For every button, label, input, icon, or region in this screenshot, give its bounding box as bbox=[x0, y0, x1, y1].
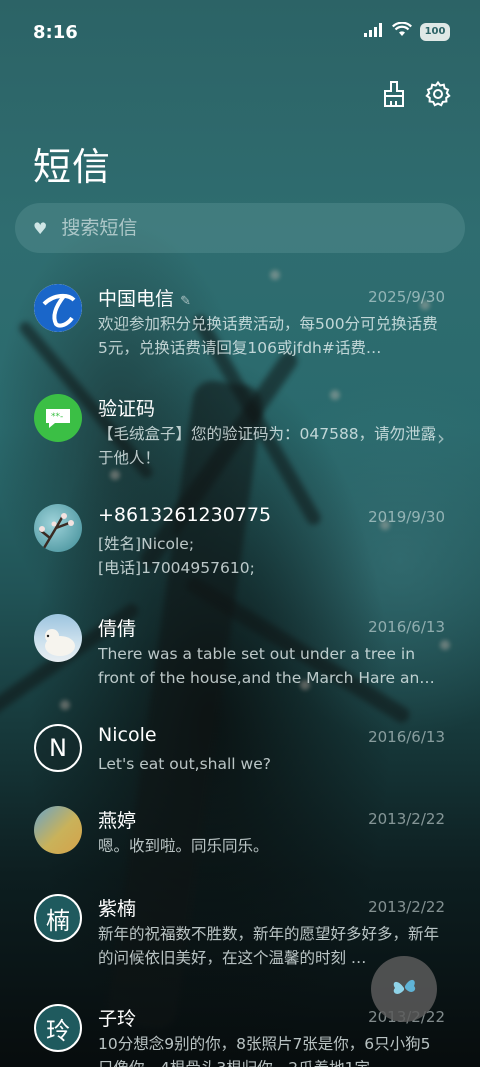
search-input[interactable] bbox=[61, 217, 422, 239]
settings-gear-icon[interactable] bbox=[424, 80, 452, 108]
wifi-icon bbox=[392, 21, 412, 41]
svg-text:**-: **- bbox=[51, 412, 63, 422]
message-bubble-icon: **- bbox=[34, 394, 82, 442]
conversation-item[interactable]: +8613261230775 2019/9/30 [姓名]Nicole; [电话… bbox=[0, 490, 480, 600]
conversation-item[interactable]: 倩倩 2016/6/13 There was a table set out u… bbox=[0, 600, 480, 710]
conversation-list: 中国电信 ✎ 2025/9/30 欢迎参加积分兑换话费活动，每500分可兑换话费… bbox=[0, 270, 480, 1067]
compose-butterfly-button[interactable] bbox=[371, 956, 437, 1022]
message-date: 2016/6/13 bbox=[368, 728, 445, 746]
message-preview: 嗯。收到啦。同乐同乐。 bbox=[98, 837, 269, 855]
contact-name: 验证码 bbox=[98, 398, 156, 420]
search-bar[interactable]: ♥ bbox=[15, 203, 465, 253]
message-date: 2016/6/13 bbox=[368, 618, 445, 636]
message-date: 2025/9/30 bbox=[368, 288, 445, 306]
message-preview: 欢迎参加积分兑换话费活动，每500分可兑换话费5元，兑换话费请回复106或jfd… bbox=[98, 315, 438, 357]
message-date: 2013/2/22 bbox=[368, 810, 445, 828]
contact-name: +8613261230775 bbox=[98, 504, 272, 526]
message-preview: [姓名]Nicole; [电话]17004957610; bbox=[98, 535, 255, 577]
message-preview: There was a table set out under a tree i… bbox=[98, 645, 435, 687]
chevron-right-icon: › bbox=[437, 426, 445, 450]
contact-name: 倩倩 bbox=[98, 618, 137, 640]
battery-indicator: 100 bbox=[420, 22, 450, 41]
conversation-item[interactable]: N Nicole 2016/6/13 Let's eat out,shall w… bbox=[0, 710, 480, 792]
message-preview: 10分想念9别的你，8张照片7张是你，6只小狗5只像你，4根骨头3根归你，2爪着… bbox=[98, 1035, 431, 1067]
edit-pencil-icon: ✎ bbox=[180, 294, 191, 309]
conversation-item[interactable]: **- 验证码 【毛绒盒子】您的验证码为：047588，请勿泄露于他人！ › bbox=[0, 380, 480, 490]
letter-avatar: 玲 bbox=[34, 1004, 82, 1052]
message-date: 2013/2/22 bbox=[368, 898, 445, 916]
conversation-item[interactable]: 中国电信 ✎ 2025/9/30 欢迎参加积分兑换话费活动，每500分可兑换话费… bbox=[0, 270, 480, 380]
blossom-photo-avatar bbox=[34, 504, 82, 552]
butterfly-icon bbox=[389, 972, 419, 1006]
contact-name: 子玲 bbox=[98, 1008, 137, 1030]
heart-icon: ♥ bbox=[33, 218, 48, 238]
page-title: 短信 bbox=[33, 145, 112, 189]
letter-avatar: 楠 bbox=[34, 894, 82, 942]
contact-name: 燕婷 bbox=[98, 810, 137, 832]
letter-avatar: N bbox=[34, 724, 82, 772]
conversation-item[interactable]: 燕婷 2013/2/22 嗯。收到啦。同乐同乐。 bbox=[0, 792, 480, 880]
message-preview: Let's eat out,shall we? bbox=[98, 755, 271, 773]
message-date: 2019/9/30 bbox=[368, 508, 445, 526]
china-telecom-logo-icon bbox=[34, 284, 82, 332]
status-bar: 8:16 100 bbox=[0, 0, 480, 68]
message-preview: 【毛绒盒子】您的验证码为：047588，请勿泄露于他人！ bbox=[98, 425, 437, 467]
signal-icon bbox=[364, 22, 384, 41]
contact-name: Nicole bbox=[98, 724, 157, 746]
landscape-photo-avatar bbox=[34, 806, 82, 854]
status-time: 8:16 bbox=[33, 22, 78, 43]
clean-brush-icon[interactable] bbox=[380, 80, 408, 108]
contact-name: 中国电信 bbox=[98, 288, 175, 310]
polar-bear-photo-avatar bbox=[34, 614, 82, 662]
contact-name: 紫楠 bbox=[98, 898, 137, 920]
